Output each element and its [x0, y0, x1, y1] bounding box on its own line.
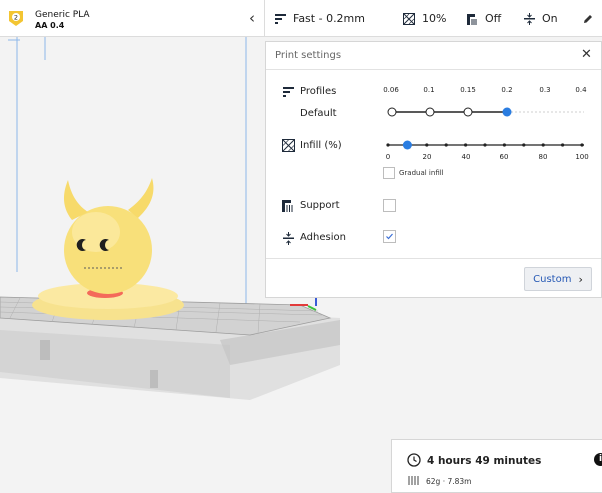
material-usage: 62g · 7.83m [426, 477, 472, 486]
infill-tick [541, 143, 545, 147]
infill-tick [522, 143, 526, 147]
infill-tick [464, 143, 468, 147]
info-icon[interactable]: i [594, 453, 602, 466]
infill-tick-label: 100 [575, 153, 589, 161]
profiles-label: Profiles [300, 86, 337, 97]
layer-height-step [425, 107, 435, 117]
adhesion-summary[interactable]: On [524, 0, 558, 37]
profile-summary[interactable]: Fast - 0.2mm [275, 0, 365, 37]
layer-height-handle [502, 107, 512, 117]
infill-tick [425, 143, 429, 147]
custom-button-label: Custom [533, 273, 572, 285]
gradual-infill-label: Gradual infill [399, 169, 444, 177]
default-label: Default [300, 108, 337, 119]
infill-slider[interactable] [384, 138, 589, 152]
support-icon [467, 13, 477, 25]
chevron-left-icon[interactable]: ‹ [245, 10, 259, 26]
layer-height-step [463, 107, 473, 117]
layer-height-slider[interactable] [384, 104, 589, 120]
infill-icon [282, 139, 295, 152]
infill-icon [403, 12, 415, 25]
svg-text:2: 2 [14, 14, 18, 22]
infill-label: Infill (%) [300, 140, 342, 151]
chevron-right-icon: › [578, 272, 583, 286]
support-label: Support [300, 200, 340, 211]
gradual-infill-checkbox[interactable] [383, 167, 395, 179]
support-summary[interactable]: Off [467, 0, 501, 37]
infill-tick [502, 143, 506, 147]
infill-tick [483, 143, 487, 147]
infill-slider-handle [402, 140, 412, 150]
custom-button[interactable]: Custom › [524, 267, 592, 291]
material-name: Generic PLA [35, 10, 90, 20]
print-settings-bar[interactable]: Fast - 0.2mm 10% Off On [265, 0, 602, 37]
infill-tick-label: 60 [499, 153, 509, 161]
spool-icon [408, 476, 419, 485]
adhesion-icon [524, 12, 535, 25]
adhesion-value: On [542, 12, 558, 25]
print-core-name: AA 0.4 [35, 21, 65, 30]
layer-height-tick-label: 0.3 [539, 86, 551, 94]
panel-title: Print settings [275, 50, 342, 61]
layer-height-tick-label: 0.15 [460, 86, 476, 94]
extruder-icon: 2 [9, 11, 23, 26]
infill-tick-label: 0 [385, 153, 391, 161]
profile-value: Fast - 0.2mm [293, 12, 365, 25]
layer-height-tick-label: 0.1 [423, 86, 435, 94]
infill-tick [561, 143, 565, 147]
print-settings-panel: Print settings ✕ Profiles Default 0.06 0… [265, 41, 602, 298]
clock-icon [407, 453, 421, 467]
infill-tick-label: 40 [461, 153, 471, 161]
profiles-icon [275, 13, 286, 24]
panel-header: Print settings ✕ [266, 42, 601, 70]
support-icon [282, 200, 293, 212]
close-icon[interactable]: ✕ [581, 47, 592, 62]
layer-height-tick-label: 0.2 [501, 86, 513, 94]
infill-summary[interactable]: 10% [403, 0, 446, 37]
print-time: 4 hours 49 minutes [427, 455, 542, 467]
pencil-icon [584, 14, 592, 23]
checkmark-icon [386, 233, 393, 240]
adhesion-label: Adhesion [300, 232, 346, 243]
support-checkbox[interactable] [383, 199, 396, 212]
infill-value: 10% [422, 12, 447, 25]
infill-tick [444, 143, 448, 147]
layer-height-tick-label: 0.4 [575, 86, 587, 94]
layer-height-step [387, 107, 397, 117]
infill-tick-label: 20 [422, 153, 432, 161]
panel-divider [266, 258, 601, 259]
infill-tick [386, 143, 390, 147]
edit-settings-button[interactable] [583, 0, 600, 37]
layer-height-tick-label: 0.06 [383, 86, 399, 94]
infill-tick-label: 80 [538, 153, 548, 161]
support-value: Off [485, 12, 502, 25]
print-estimate-panel: 4 hours 49 minutes i 62g · 7.83m [391, 439, 602, 493]
infill-tick [580, 143, 584, 147]
adhesion-icon [283, 232, 294, 245]
material-selector[interactable]: 2 Generic PLA AA 0.4 ‹ [0, 0, 265, 37]
adhesion-checkbox[interactable] [383, 230, 396, 243]
profiles-icon [283, 87, 294, 97]
